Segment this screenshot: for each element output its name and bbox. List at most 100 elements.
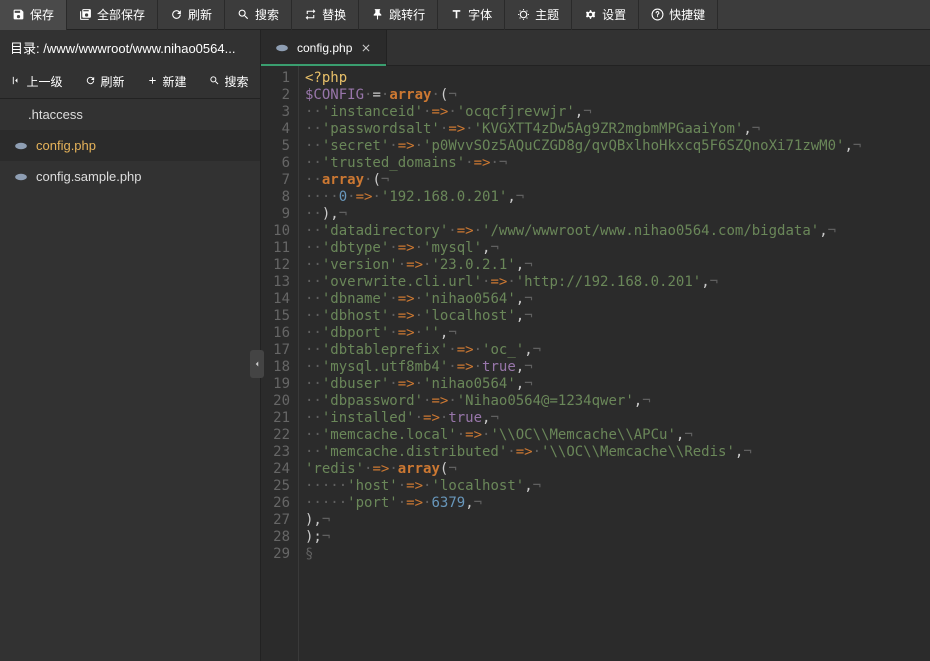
font-label: 字体 — [468, 6, 492, 23]
replace-icon — [304, 8, 317, 21]
shortcuts-label: 快捷键 — [669, 6, 705, 23]
code-line[interactable]: <?php — [305, 70, 930, 87]
sidebar-path[interactable]: 目录: /www/wwwroot/www.nihao0564... — [0, 30, 260, 65]
new-label: 新建 — [162, 73, 186, 90]
save-all-label: 全部保存 — [97, 6, 145, 23]
refresh-button[interactable]: 刷新 — [158, 0, 225, 30]
refresh-icon — [170, 8, 183, 21]
code-line[interactable]: ··'dbpassword'·=>·'Nihao0564@=1234qwer',… — [305, 393, 930, 410]
sidebar-refresh-button[interactable]: 刷新 — [79, 71, 130, 92]
code-line[interactable]: § — [305, 546, 930, 563]
code-line[interactable]: $CONFIG·=·array·(¬ — [305, 87, 930, 104]
code-line[interactable]: ··'dbtableprefix'·=>·'oc_',¬ — [305, 342, 930, 359]
code-line[interactable]: ··'mysql.utf8mb4'·=>·true,¬ — [305, 359, 930, 376]
editor-area: config.php 12345678910111213141516171819… — [261, 30, 930, 661]
line-number: 27 — [265, 512, 290, 529]
refresh-icon — [85, 75, 96, 89]
close-icon[interactable] — [360, 42, 372, 54]
code-line[interactable]: ··'memcache.distributed'·=>·'\\OC\\Memca… — [305, 444, 930, 461]
code-line[interactable]: ····0·=>·'192.168.0.201',¬ — [305, 189, 930, 206]
path-label: 目录: — [10, 41, 40, 56]
line-number: 17 — [265, 342, 290, 359]
sidebar-search-label: 搜索 — [224, 73, 248, 90]
code-line[interactable]: ··'memcache.local'·=>·'\\OC\\Memcache\\A… — [305, 427, 930, 444]
line-number: 23 — [265, 444, 290, 461]
line-number: 13 — [265, 274, 290, 291]
goto-line-button[interactable]: 跳转行 — [359, 0, 438, 30]
tabs: config.php — [261, 30, 930, 66]
php-file-icon — [275, 41, 289, 55]
line-number: 4 — [265, 121, 290, 138]
line-number: 3 — [265, 104, 290, 121]
font-button[interactable]: 字体 — [438, 0, 505, 30]
search-icon — [209, 75, 220, 89]
save-button[interactable]: 保存 — [0, 0, 67, 30]
code-line[interactable]: ··'dbport'·=>·'',¬ — [305, 325, 930, 342]
line-number: 7 — [265, 172, 290, 189]
sidebar-toolbar: 上一级 刷新 新建 搜索 — [0, 65, 260, 99]
up-button[interactable]: 上一级 — [5, 71, 68, 92]
shortcuts-button[interactable]: 快捷键 — [639, 0, 718, 30]
line-number: 12 — [265, 257, 290, 274]
line-number: 28 — [265, 529, 290, 546]
save-icon — [12, 8, 25, 21]
replace-button[interactable]: 替换 — [292, 0, 359, 30]
code-line[interactable]: ··'datadirectory'·=>·'/www/wwwroot/www.n… — [305, 223, 930, 240]
php-file-icon — [14, 170, 28, 184]
code-line[interactable]: ··'trusted_domains'·=>·¬ — [305, 155, 930, 172]
file-name: config.sample.php — [36, 169, 142, 184]
search-button[interactable]: 搜索 — [225, 0, 292, 30]
code-line[interactable]: ··'secret'·=>·'p0WvvSOz5AQuCZGD8g/qvQBxl… — [305, 138, 930, 155]
code-line[interactable]: ),¬ — [305, 512, 930, 529]
theme-button[interactable]: 主题 — [505, 0, 572, 30]
code-line[interactable]: ··),¬ — [305, 206, 930, 223]
save-all-button[interactable]: 全部保存 — [67, 0, 158, 30]
collapse-sidebar-handle[interactable] — [250, 350, 264, 378]
plus-icon — [147, 75, 158, 89]
line-number: 9 — [265, 206, 290, 223]
replace-label: 替换 — [322, 6, 346, 23]
code-line[interactable]: );¬ — [305, 529, 930, 546]
sidebar: 目录: /www/wwwroot/www.nihao0564... 上一级 刷新… — [0, 30, 261, 661]
file-name: .htaccess — [28, 107, 83, 122]
code-line[interactable]: ··'dbhost'·=>·'localhost',¬ — [305, 308, 930, 325]
code-line[interactable]: ·····'host'·=>·'localhost',¬ — [305, 478, 930, 495]
line-number: 21 — [265, 410, 290, 427]
code-line[interactable]: ··'passwordsalt'·=>·'KVGXTT4zDw5Ag9ZR2mg… — [305, 121, 930, 138]
main-area: 目录: /www/wwwroot/www.nihao0564... 上一级 刷新… — [0, 30, 930, 661]
line-number: 19 — [265, 376, 290, 393]
line-number: 11 — [265, 240, 290, 257]
theme-label: 主题 — [535, 6, 559, 23]
file-item[interactable]: config.sample.php — [0, 161, 260, 192]
file-name: config.php — [36, 138, 96, 153]
code-line[interactable]: ··'dbname'·=>·'nihao0564',¬ — [305, 291, 930, 308]
code-content[interactable]: <?php$CONFIG·=·array·(¬··'instanceid'·=>… — [299, 66, 930, 661]
line-number: 20 — [265, 393, 290, 410]
up-label: 上一级 — [26, 73, 62, 90]
code-line[interactable]: 'redis'·=>·array(¬ — [305, 461, 930, 478]
theme-icon — [517, 8, 530, 21]
sidebar-refresh-label: 刷新 — [100, 73, 124, 90]
code-line[interactable]: ·····'port'·=>·6379,¬ — [305, 495, 930, 512]
line-number: 15 — [265, 308, 290, 325]
new-button[interactable]: 新建 — [141, 71, 192, 92]
code-line[interactable]: ··'installed'·=>·true,¬ — [305, 410, 930, 427]
tab[interactable]: config.php — [261, 30, 387, 65]
code-editor[interactable]: 1234567891011121314151617181920212223242… — [261, 66, 930, 661]
search-label: 搜索 — [255, 6, 279, 23]
sidebar-search-button[interactable]: 搜索 — [203, 71, 254, 92]
font-icon — [450, 8, 463, 21]
tab-label: config.php — [297, 41, 352, 55]
code-line[interactable]: ··'version'·=>·'23.0.2.1',¬ — [305, 257, 930, 274]
file-item[interactable]: config.php — [0, 130, 260, 161]
settings-label: 设置 — [602, 6, 626, 23]
code-line[interactable]: ··'dbtype'·=>·'mysql',¬ — [305, 240, 930, 257]
code-line[interactable]: ··'dbuser'·=>·'nihao0564',¬ — [305, 376, 930, 393]
line-number: 1 — [265, 70, 290, 87]
code-line[interactable]: ··'overwrite.cli.url'·=>·'http://192.168… — [305, 274, 930, 291]
save-label: 保存 — [30, 6, 54, 23]
code-line[interactable]: ··array·(¬ — [305, 172, 930, 189]
file-item[interactable]: .htaccess — [0, 99, 260, 130]
code-line[interactable]: ··'instanceid'·=>·'ocqcfjrevwjr',¬ — [305, 104, 930, 121]
settings-button[interactable]: 设置 — [572, 0, 639, 30]
